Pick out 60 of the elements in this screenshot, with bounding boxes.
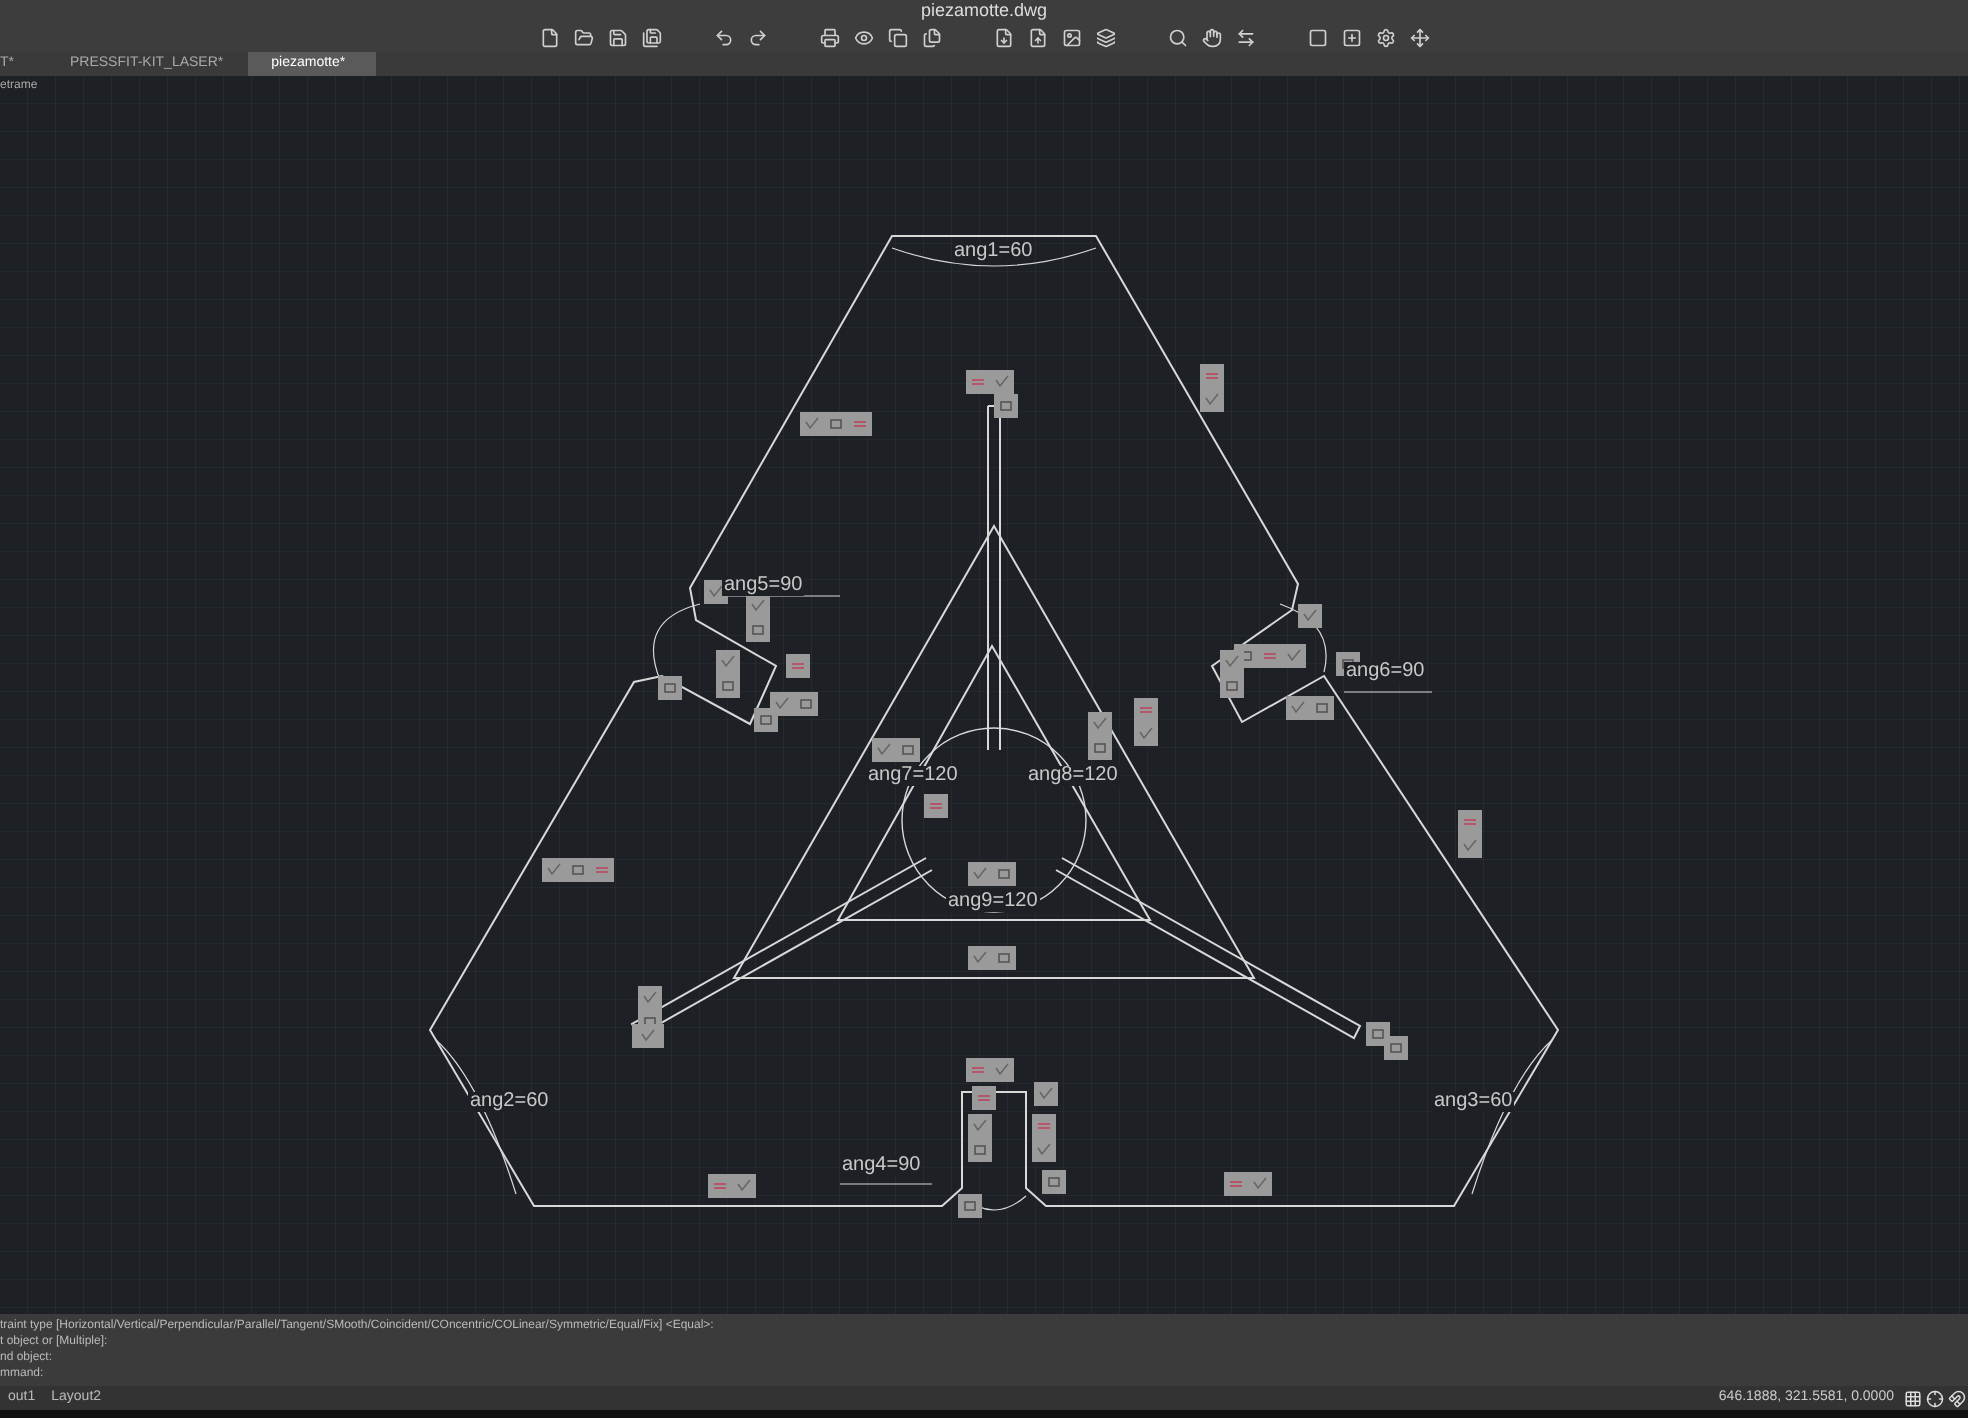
- constraint-badge-icon: [786, 654, 810, 678]
- export-icon[interactable]: [1025, 25, 1049, 49]
- constraint-badge-icon: [968, 862, 1016, 886]
- copy-icon[interactable]: [885, 25, 909, 49]
- constraint-badge-icon: [958, 1194, 982, 1218]
- save-all-icon[interactable]: [639, 25, 663, 49]
- new-file-icon[interactable]: [537, 25, 561, 49]
- dimension-label: ang1=60: [952, 242, 1035, 262]
- constraint-badge-icon: [716, 650, 740, 698]
- preview-icon[interactable]: [851, 25, 875, 49]
- constraint-badge-icon: [968, 946, 1016, 970]
- constraint-badge-icon: [708, 1174, 756, 1198]
- settings-icon[interactable]: [1373, 25, 1397, 49]
- dimension-label: ang5=90: [722, 576, 805, 596]
- constraint-badge-icon: [872, 738, 920, 762]
- constraint-badge-icon: [542, 858, 614, 882]
- crosshair-icon[interactable]: [1926, 1389, 1944, 1407]
- search-icon[interactable]: [1165, 25, 1189, 49]
- constraint-badge-icon: [968, 1114, 992, 1162]
- open-folder-icon[interactable]: [571, 25, 595, 49]
- constraint-badge-icon: [746, 594, 770, 642]
- window-title: piezamotte.dwg: [920, 0, 1048, 22]
- constraint-badge-icon: [1200, 364, 1224, 412]
- constraint-badge-icon: [1088, 712, 1112, 760]
- dimension-label: ang8=120: [1026, 766, 1120, 786]
- arrows-icon[interactable]: [1233, 25, 1257, 49]
- layers-icon[interactable]: [1093, 25, 1117, 49]
- hand-icon[interactable]: [1199, 25, 1223, 49]
- undo-icon[interactable]: [711, 25, 735, 49]
- block-add-icon[interactable]: [1339, 25, 1363, 49]
- dimension-label: ang7=120: [866, 766, 960, 786]
- dimension-label: ang9=120: [946, 892, 1040, 912]
- save-icon[interactable]: [605, 25, 629, 49]
- constraint-badge-icon: [1042, 1170, 1066, 1194]
- move-icon[interactable]: [1407, 25, 1431, 49]
- constraint-badge-icon: [1286, 696, 1334, 720]
- constraint-badge-icon: [800, 412, 872, 436]
- constraint-badge-icon: [1366, 1022, 1390, 1046]
- constraint-badge-icon: [1134, 698, 1158, 746]
- dimension-label: ang3=60: [1432, 1092, 1515, 1112]
- grid-icon[interactable]: [1904, 1389, 1922, 1407]
- constraint-badge-icon: [1224, 1172, 1272, 1196]
- dimension-label: ang4=90: [840, 1156, 923, 1176]
- constraint-badge-icon: [1034, 1082, 1058, 1106]
- constraint-badge-icon: [1458, 810, 1482, 858]
- dimension-label: ang6=90: [1344, 662, 1427, 682]
- constraint-badge-icon: [924, 794, 948, 818]
- constraint-badge-icon: [1032, 1114, 1056, 1162]
- redo-icon[interactable]: [745, 25, 769, 49]
- constraint-badge-icon: [966, 1058, 1014, 1082]
- constraint-badge-icon: [1384, 1036, 1408, 1060]
- constraint-badge-icon: [1298, 604, 1322, 628]
- constraint-badge-icon: [972, 1086, 996, 1110]
- import-icon[interactable]: [991, 25, 1015, 49]
- snap-icon[interactable]: [1948, 1389, 1966, 1407]
- printer-icon[interactable]: [817, 25, 841, 49]
- pages-icon[interactable]: [919, 25, 943, 49]
- image-icon[interactable]: [1059, 25, 1083, 49]
- constraint-badge-icon: [658, 676, 682, 700]
- dimension-label: ang2=60: [468, 1092, 551, 1112]
